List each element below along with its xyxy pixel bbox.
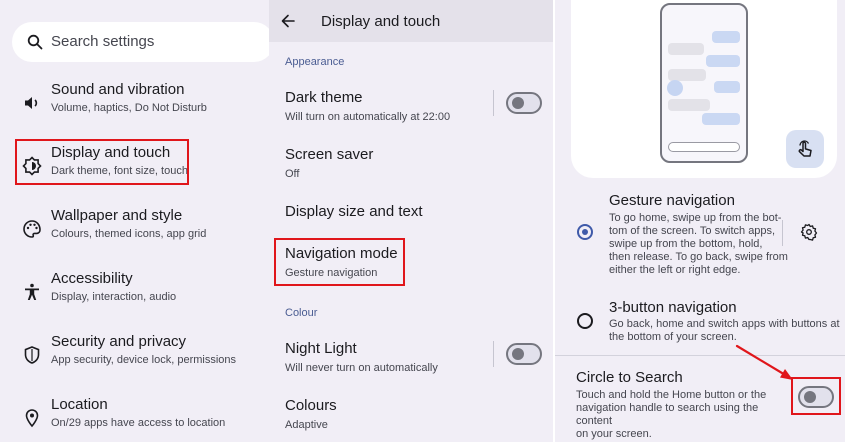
description-line: To go home, swipe up from the bot- (609, 212, 782, 224)
night-light-toggle[interactable] (506, 343, 542, 365)
settings-item-accessibility[interactable]: Accessibility Display, interaction, audi… (0, 270, 269, 324)
accessibility-icon (25, 283, 39, 300)
chat-bubble (668, 99, 710, 111)
dark-theme-toggle[interactable] (506, 92, 542, 114)
settings-panel: Search settings Sound and vibration Volu… (0, 0, 269, 442)
dark-theme-subtitle: Will turn on automatically at 22:00 (285, 111, 451, 123)
navigation-mode-panel: Gesture navigation To go home, swipe up … (555, 0, 845, 442)
speaker-icon (25, 97, 38, 109)
palette-icon (23, 220, 41, 238)
circle-to-search-description: Touch and hold the Home button or the na… (576, 389, 791, 441)
settings-item-security[interactable]: Security and privacy App security, devic… (0, 333, 269, 387)
annotation-arrow (735, 344, 793, 380)
screen-saver-subtitle: Off (285, 168, 300, 180)
three-button-navigation-radio[interactable] (577, 313, 593, 329)
description-line: on your screen. (576, 428, 652, 440)
night-light-subtitle: Will never turn on automatically (285, 362, 438, 374)
divider (555, 355, 845, 356)
settings-item-subtitle: Colours, themed icons, app grid (51, 228, 207, 240)
gesture-tutorial-button[interactable] (786, 130, 824, 168)
gesture-navigation-title: Gesture navigation (609, 192, 735, 209)
description-line: either the left or right edge. (609, 264, 741, 276)
chat-bubble (668, 43, 704, 55)
three-button-navigation-title: 3-button navigation (609, 299, 737, 316)
gesture-preview-card (571, 0, 837, 178)
toggle-knob (512, 348, 524, 360)
chat-bubble (712, 31, 740, 43)
search-icon (27, 34, 43, 50)
chat-bubble (702, 113, 740, 125)
search-placeholder: Search settings (51, 33, 155, 50)
settings-item-subtitle: Volume, haptics, Do Not Disturb (51, 102, 207, 114)
display-size-item[interactable]: Display size and text (285, 203, 545, 220)
divider (493, 90, 494, 116)
chat-bubble (706, 55, 740, 67)
circle-to-search-highlight-box (791, 377, 841, 415)
phone-nav-bar (668, 142, 740, 152)
screen-saver-item[interactable]: Screen saver Off (285, 146, 545, 180)
settings-item-title: Wallpaper and style (51, 207, 183, 224)
description-line: Go back, home and switch apps with butto… (609, 318, 840, 330)
settings-item-location[interactable]: Location On/29 apps have access to locat… (0, 396, 269, 442)
settings-item-subtitle: On/29 apps have access to location (51, 417, 226, 429)
display-touch-panel: Display and touch Appearance Dark theme … (269, 0, 553, 442)
colours-subtitle: Adaptive (285, 419, 328, 431)
gear-icon[interactable] (800, 223, 818, 241)
display-highlight-box (15, 139, 189, 185)
settings-item-subtitle: App security, device lock, permissions (51, 354, 237, 366)
description-line: then release. To go back, swipe from (609, 251, 788, 263)
description-line: Touch and hold the Home button or the (576, 389, 767, 401)
colours-item[interactable]: Colours Adaptive (285, 397, 545, 431)
divider (782, 220, 783, 246)
display-header: Display and touch (269, 0, 553, 42)
colours-title: Colours (285, 397, 337, 414)
navigation-mode-highlight-box (274, 238, 405, 286)
section-colour-label: Colour (285, 307, 318, 319)
search-settings-bar[interactable]: Search settings (12, 22, 269, 62)
toggle-knob (512, 97, 524, 109)
settings-item-title: Sound and vibration (51, 81, 185, 98)
description-line: the bottom of your screen. (609, 331, 737, 343)
shield-icon (24, 346, 40, 364)
screen-saver-title: Screen saver (285, 146, 374, 163)
description-line: navigation handle to search using the co… (576, 402, 759, 427)
divider (493, 341, 494, 367)
settings-item-sound[interactable]: Sound and vibration Volume, haptics, Do … (0, 81, 269, 135)
settings-item-subtitle: Display, interaction, audio (51, 291, 177, 303)
gesture-navigation-radio[interactable] (577, 224, 593, 240)
settings-item-title: Accessibility (51, 270, 133, 287)
page-title: Display and touch (321, 13, 441, 30)
gesture-navigation-description: To go home, swipe up from the bot- tom o… (609, 212, 788, 277)
three-button-navigation-description: Go back, home and switch apps with butto… (609, 318, 840, 344)
location-pin-icon (25, 409, 39, 428)
settings-item-title: Security and privacy (51, 333, 187, 350)
touch-gesture-icon (798, 140, 812, 157)
settings-item-wallpaper[interactable]: Wallpaper and style Colours, themed icon… (0, 207, 269, 261)
description-line: swipe up from the bottom, hold, (609, 238, 763, 250)
section-appearance-label: Appearance (285, 56, 345, 68)
chat-bubble (714, 81, 740, 93)
touch-dot (667, 80, 683, 96)
description-line: tom of the screen. To switch apps, (609, 225, 776, 237)
display-size-title: Display size and text (285, 203, 423, 220)
back-arrow-icon[interactable] (281, 14, 295, 28)
circle-to-search-title: Circle to Search (576, 369, 683, 386)
settings-item-title: Location (51, 396, 108, 413)
